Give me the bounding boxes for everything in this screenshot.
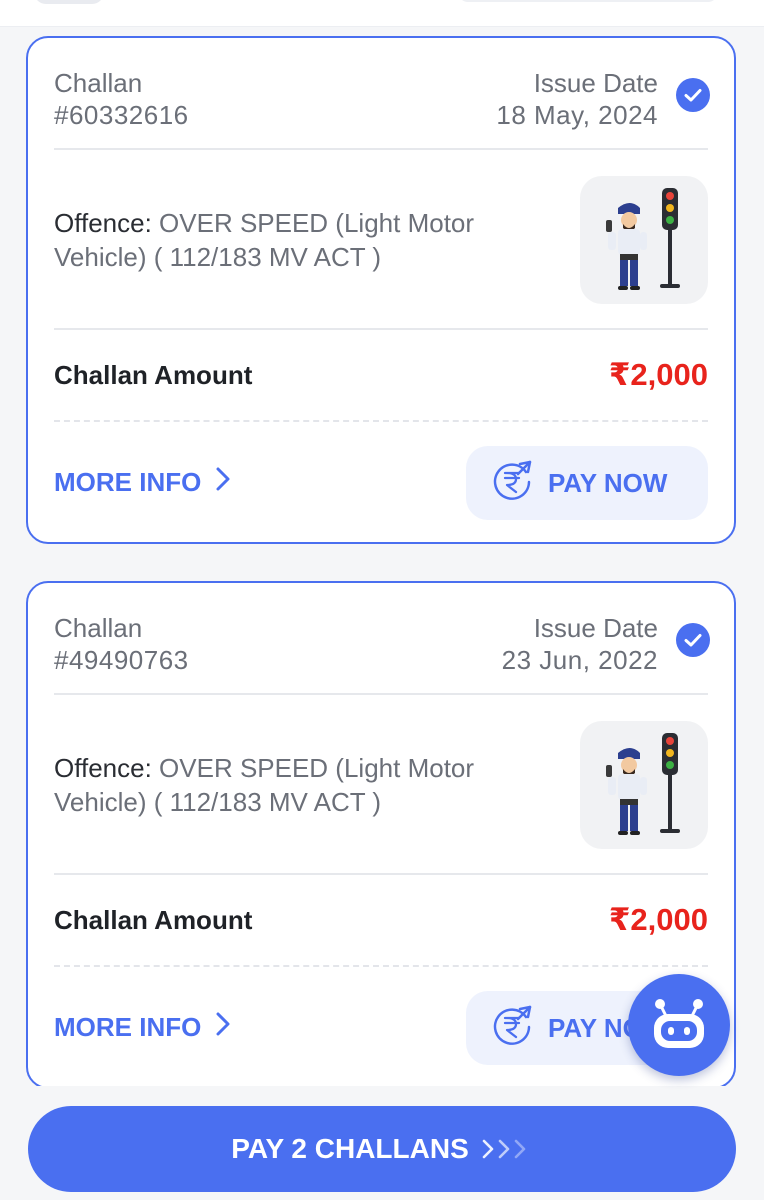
more-info-label: MORE INFO xyxy=(54,466,202,497)
chatbot-button[interactable] xyxy=(628,974,730,1076)
challan-number: #49490763 xyxy=(54,645,189,675)
challan-title: Challan xyxy=(54,68,143,98)
chevron-right-icon xyxy=(215,466,231,499)
amount-value: ₹2,000 xyxy=(608,902,708,937)
pay-all-label: PAY 2 CHALLANS xyxy=(231,1133,469,1164)
more-info-button[interactable]: MORE INFO xyxy=(54,1007,231,1047)
divider xyxy=(54,328,708,330)
challan-title: Challan xyxy=(54,613,143,643)
more-info-button[interactable]: MORE INFO xyxy=(54,462,231,502)
top-tab-left-stub xyxy=(34,0,104,4)
amount-label: Challan Amount xyxy=(54,360,253,390)
check-circle-icon[interactable] xyxy=(676,78,710,112)
issue-date: 23 Jun, 2022 xyxy=(501,645,658,675)
challan-card[interactable]: Challan #60332616 Issue Date 18 May, 202… xyxy=(26,36,736,544)
check-circle-icon[interactable] xyxy=(676,623,710,657)
offence-label: Offence: xyxy=(54,753,152,783)
chevron-right-icon xyxy=(215,1011,231,1044)
divider xyxy=(54,693,708,695)
rupee-refresh-icon xyxy=(490,458,534,509)
rupee-refresh-icon xyxy=(490,1003,534,1054)
issue-date: 18 May, 2024 xyxy=(496,100,658,130)
traffic-police-illustration xyxy=(580,176,708,304)
traffic-police-illustration xyxy=(580,721,708,849)
offence-text: Offence: OVER SPEED (Light Motor Vehicle… xyxy=(54,751,554,819)
issue-date-label: Issue Date xyxy=(533,68,658,98)
divider xyxy=(54,148,708,150)
offence-text: Offence: OVER SPEED (Light Motor Vehicle… xyxy=(54,206,554,274)
amount-label: Challan Amount xyxy=(54,905,253,935)
issue-date-label: Issue Date xyxy=(533,613,658,643)
top-tab-right-stub xyxy=(458,0,718,2)
more-info-label: MORE INFO xyxy=(54,1011,202,1042)
amount-value: ₹2,000 xyxy=(608,357,708,392)
challan-number: #60332616 xyxy=(54,100,189,130)
dashed-divider xyxy=(54,965,708,967)
pay-now-button[interactable]: PAY NOW xyxy=(466,446,708,520)
chatbot-icon xyxy=(648,994,710,1057)
pay-now-label: PAY NOW xyxy=(548,467,668,498)
triple-chevron-right-icon xyxy=(481,1137,533,1161)
top-strip xyxy=(0,0,764,27)
offence-label: Offence: xyxy=(54,208,152,238)
pay-all-challans-button[interactable]: PAY 2 CHALLANS xyxy=(28,1106,736,1192)
dashed-divider xyxy=(54,420,708,422)
divider xyxy=(54,873,708,875)
